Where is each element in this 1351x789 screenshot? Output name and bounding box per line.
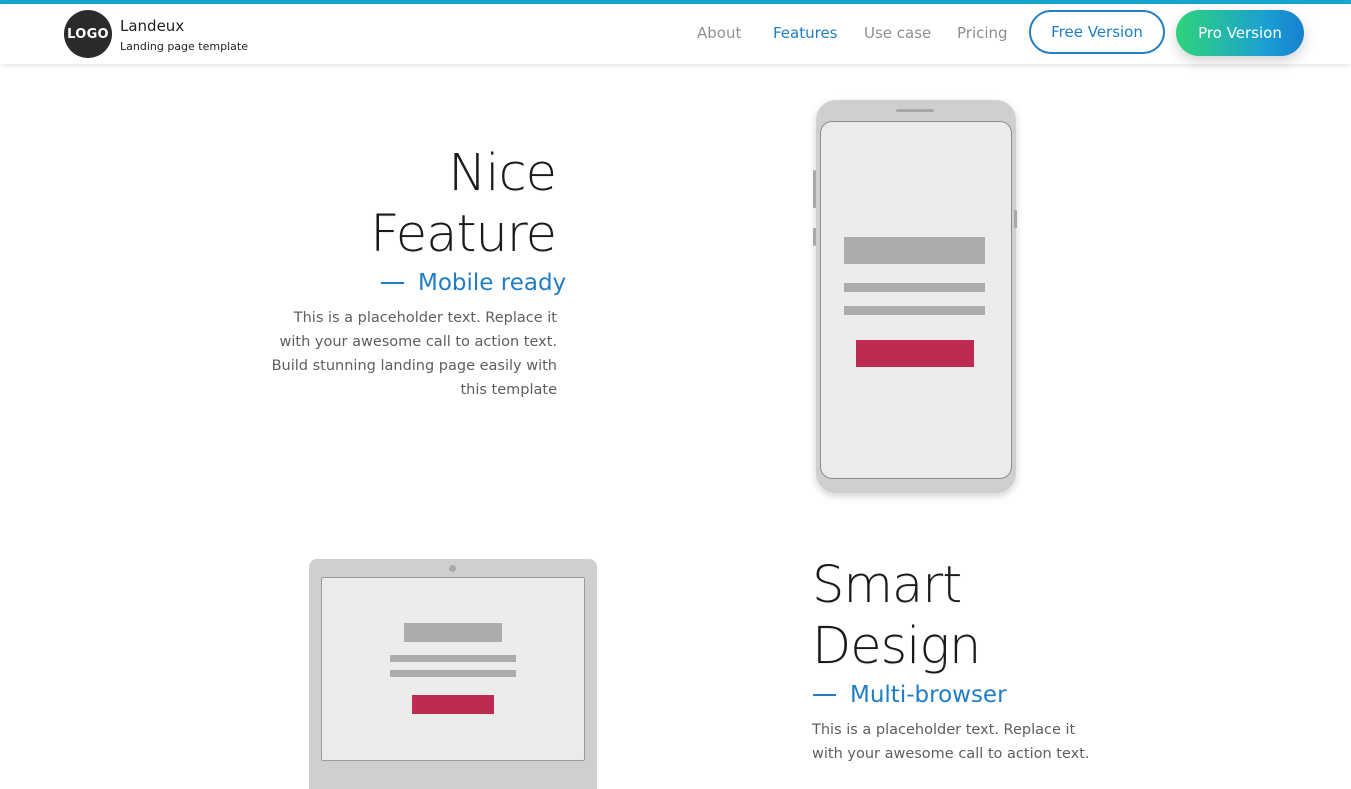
nav-link-features[interactable]: Features <box>773 24 838 42</box>
description-line: This is a placeholder text. Replace it <box>293 310 557 326</box>
nav-link-use-case[interactable]: Use case <box>864 24 931 42</box>
laptop-mockup <box>309 559 597 789</box>
placeholder-text-line <box>390 670 516 677</box>
feature-title-line: Smart <box>812 556 962 615</box>
feature-subtitle: Multi-browser <box>813 682 1007 708</box>
laptop-screen <box>321 577 585 761</box>
placeholder-text-line <box>844 306 985 315</box>
feature-title-line: Design <box>812 617 981 676</box>
phone-side-button <box>813 228 816 246</box>
dash-decoration <box>381 282 404 284</box>
description-line: This is a placeholder text. Replace it <box>812 722 1076 738</box>
phone-mockup <box>813 100 1017 493</box>
nav-link-about[interactable]: About <box>697 24 741 42</box>
laptop-camera <box>449 565 456 572</box>
placeholder-text-line <box>390 655 516 662</box>
free-version-button[interactable]: Free Version <box>1029 10 1165 54</box>
placeholder-text-line <box>844 283 985 292</box>
phone-side-button <box>813 170 816 208</box>
feature-title: Nice Feature <box>330 143 557 265</box>
logo[interactable]: LOGO <box>64 10 112 58</box>
nav-link-pricing[interactable]: Pricing <box>957 24 1008 42</box>
feature-subtitle-text: Mobile ready <box>418 270 567 296</box>
site-header: LOGO Landeux Landing page template About… <box>0 4 1351 64</box>
placeholder-cta-block <box>856 340 974 367</box>
feature-title-line: Feature <box>370 205 557 264</box>
phone-side-button <box>1014 210 1017 228</box>
feature-title-line: Nice <box>448 144 557 203</box>
feature-description: This is a placeholder text. Replace it w… <box>262 306 557 402</box>
phone-screen <box>820 121 1012 479</box>
description-line: Build stunning landing page easily with <box>271 358 557 374</box>
placeholder-heading-block <box>404 623 502 642</box>
feature-subtitle: Mobile ready <box>381 270 566 296</box>
brand-tagline: Landing page template <box>120 40 248 53</box>
feature-description: This is a placeholder text. Replace it w… <box>812 718 1112 766</box>
placeholder-cta-block <box>412 695 494 714</box>
placeholder-heading-block <box>844 237 985 264</box>
pro-version-button[interactable]: Pro Version <box>1176 10 1304 56</box>
feature-title: Smart Design <box>812 555 1072 677</box>
feature-subtitle-text: Multi-browser <box>850 682 1007 708</box>
dash-decoration <box>813 694 836 696</box>
description-line: with your awesome call to action text. <box>812 746 1090 762</box>
description-line: this template <box>460 382 557 398</box>
brand-name: Landeux <box>120 17 185 35</box>
phone-speaker <box>896 109 934 112</box>
description-line: with your awesome call to action text. <box>279 334 558 350</box>
